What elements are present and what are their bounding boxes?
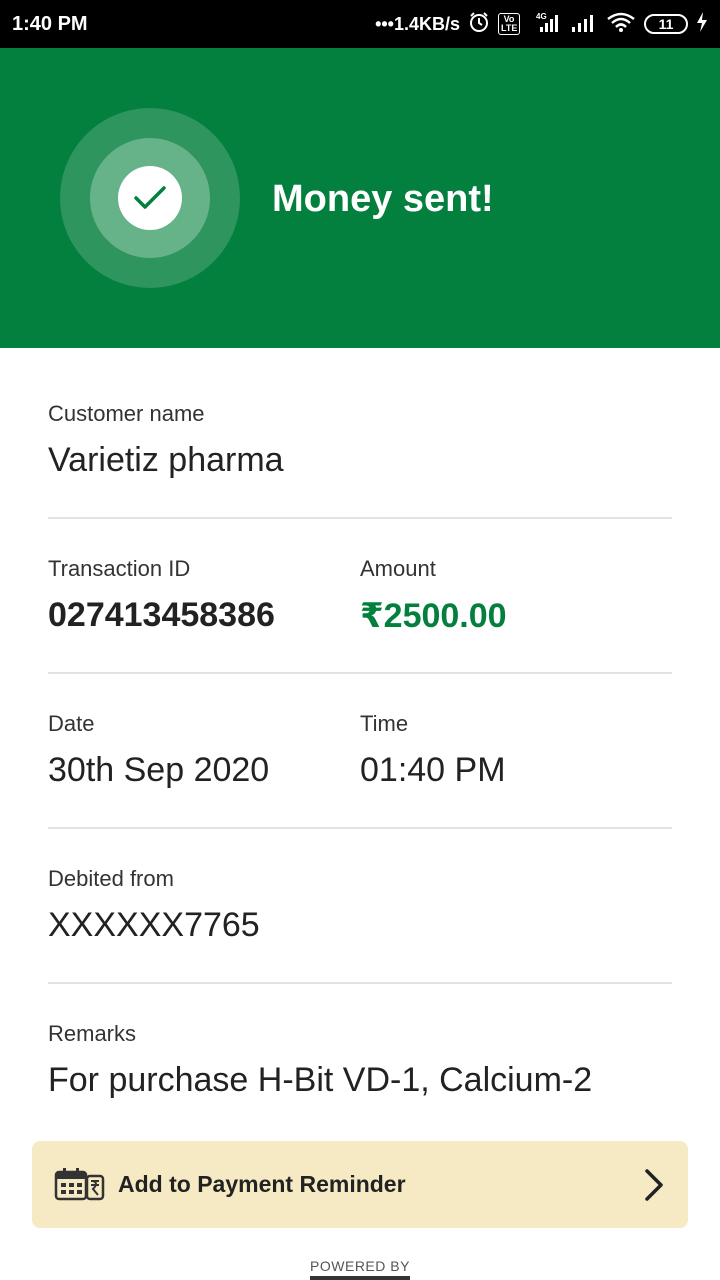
success-badge <box>60 108 240 288</box>
date-label: Date <box>48 711 95 736</box>
transaction-row: Transaction ID 027413458386 Amount ₹2500… <box>48 519 672 674</box>
amount-value: ₹2500.00 <box>360 597 507 635</box>
remarks-label: Remarks <box>48 1021 137 1046</box>
datetime-row: Date 30th Sep 2020 Time 01:40 PM <box>48 674 672 829</box>
customer-name-value: Varietiz pharma <box>48 441 284 479</box>
status-time: 1:40 PM <box>12 12 88 35</box>
network-speed: •••1.4KB/s <box>375 13 460 34</box>
status-icons: •••1.4KB/s Vo LTE 4G 11 <box>375 11 708 38</box>
battery-level: 11 <box>658 16 674 32</box>
debited-row: Debited from XXXXXX7765 <box>48 829 672 984</box>
debited-from-label: Debited from <box>48 866 174 891</box>
calendar-rupee-icon <box>54 1167 106 1203</box>
time-label: Time <box>360 711 409 736</box>
signal-4g-icon: 4G <box>528 11 562 38</box>
svg-text:4G: 4G <box>536 12 547 21</box>
powered-by-text: POWERED BY <box>310 1258 410 1274</box>
debited-from-value: XXXXXX7765 <box>48 906 260 944</box>
date-value: 30th Sep 2020 <box>48 751 270 789</box>
check-icon <box>118 166 182 230</box>
payment-reminder-button[interactable]: Add to Payment Reminder <box>32 1141 688 1228</box>
remarks-row: Remarks For purchase H-Bit VD-1, Calcium… <box>48 984 672 1124</box>
charging-icon <box>696 11 708 38</box>
wifi-icon <box>606 11 636 38</box>
page-title: Money sent! <box>272 178 494 220</box>
chevron-right-icon <box>642 1167 666 1203</box>
customer-name-label: Customer name <box>48 401 205 426</box>
success-header: Money sent! <box>0 48 720 348</box>
status-bar: 1:40 PM •••1.4KB/s Vo LTE 4G 11 <box>0 0 720 48</box>
alarm-icon <box>468 11 490 38</box>
volte-icon: Vo LTE <box>498 13 520 35</box>
transaction-id-label: Transaction ID <box>48 556 191 581</box>
brand-logo <box>310 1276 410 1280</box>
transaction-details: Customer name Varietiz pharma Transactio… <box>48 348 672 1124</box>
remarks-value: For purchase H-Bit VD-1, Calcium-2 <box>48 1061 593 1099</box>
transaction-id-value: 027413458386 <box>48 596 275 634</box>
battery-icon: 11 <box>644 14 688 34</box>
customer-row: Customer name Varietiz pharma <box>48 348 672 519</box>
time-value: 01:40 PM <box>360 751 506 789</box>
signal-icon <box>570 11 598 38</box>
payment-reminder-label: Add to Payment Reminder <box>118 1171 406 1197</box>
amount-label: Amount <box>360 556 436 581</box>
